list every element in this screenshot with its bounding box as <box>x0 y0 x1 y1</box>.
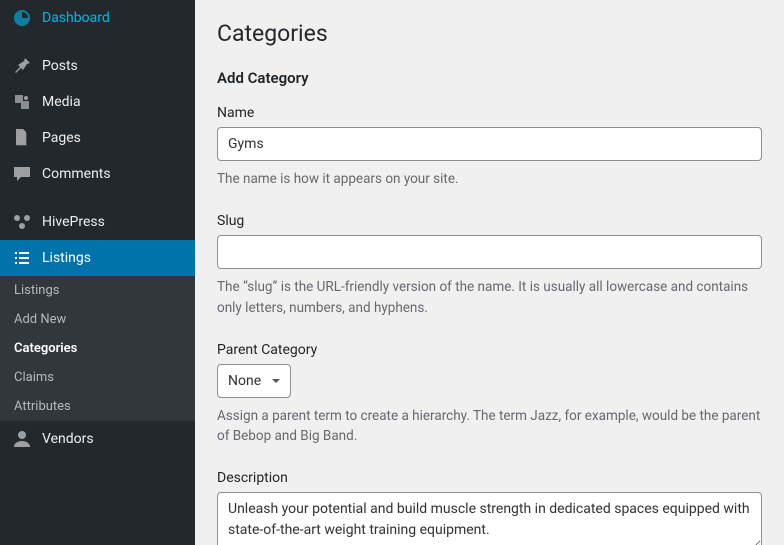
page-title: Categories <box>217 20 762 47</box>
admin-sidebar: Dashboard Posts Media Pages Comments Hiv… <box>0 0 195 545</box>
submenu-item-attributes[interactable]: Attributes <box>0 392 195 421</box>
sidebar-item-posts[interactable]: Posts <box>0 48 195 84</box>
hivepress-icon <box>12 212 32 232</box>
slug-help: The “slug” is the URL-friendly version o… <box>217 277 762 318</box>
sidebar-item-label: Posts <box>42 58 183 74</box>
sidebar-item-hivepress[interactable]: HivePress <box>0 204 195 240</box>
sidebar-item-label: Pages <box>42 130 183 146</box>
description-label: Description <box>217 470 762 486</box>
sidebar-item-vendors[interactable]: Vendors <box>0 421 195 457</box>
description-input[interactable] <box>217 492 762 545</box>
slug-input[interactable] <box>217 235 762 269</box>
field-name: Name The name is how it appears on your … <box>217 105 762 189</box>
sidebar-item-label: Comments <box>42 166 183 182</box>
sidebar-item-pages[interactable]: Pages <box>0 120 195 156</box>
sidebar-item-dashboard[interactable]: Dashboard <box>0 0 195 36</box>
sidebar-item-label: Dashboard <box>42 10 183 26</box>
sidebar-item-label: Listings <box>42 250 183 266</box>
main-content: Categories Add Category Name The name is… <box>195 0 784 545</box>
name-help: The name is how it appears on your site. <box>217 169 762 189</box>
parent-label: Parent Category <box>217 342 762 358</box>
sidebar-item-label: Vendors <box>42 431 183 447</box>
listings-submenu: Listings Add New Categories Claims Attri… <box>0 276 195 421</box>
slug-label: Slug <box>217 213 762 229</box>
sidebar-item-label: Media <box>42 94 183 110</box>
name-input[interactable] <box>217 127 762 161</box>
submenu-item-listings[interactable]: Listings <box>0 276 195 305</box>
submenu-item-categories[interactable]: Categories <box>0 334 195 363</box>
name-label: Name <box>217 105 762 121</box>
pin-icon <box>12 56 32 76</box>
sidebar-item-listings[interactable]: Listings <box>0 240 195 276</box>
sidebar-item-label: HivePress <box>42 214 183 230</box>
comments-icon <box>12 164 32 184</box>
submenu-item-add-new[interactable]: Add New <box>0 305 195 334</box>
pages-icon <box>12 128 32 148</box>
listings-icon <box>12 248 32 268</box>
sidebar-item-comments[interactable]: Comments <box>0 156 195 192</box>
media-icon <box>12 92 32 112</box>
vendors-icon <box>12 429 32 449</box>
dashboard-icon <box>12 8 32 28</box>
field-parent: Parent Category None Assign a parent ter… <box>217 342 762 447</box>
submenu-item-claims[interactable]: Claims <box>0 363 195 392</box>
parent-select[interactable]: None <box>217 364 291 398</box>
page-subtitle: Add Category <box>217 69 762 87</box>
sidebar-item-media[interactable]: Media <box>0 84 195 120</box>
parent-help: Assign a parent term to create a hierarc… <box>217 406 762 447</box>
field-slug: Slug The “slug” is the URL-friendly vers… <box>217 213 762 318</box>
field-description: Description <box>217 470 762 545</box>
